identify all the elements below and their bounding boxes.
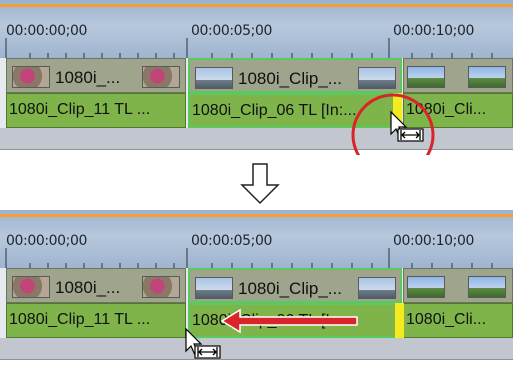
video-clip-label: 1080i_Clip_... (238, 279, 342, 298)
video-clip-next[interactable] (403, 58, 513, 93)
timecode-0: 00:00:00;00 (6, 23, 88, 39)
audio-clip-06[interactable]: 1080i_Clip_06 TL [In:... (188, 303, 402, 338)
video-clip-label: 1080i_... (55, 68, 121, 87)
clip-thumbnail (12, 66, 50, 88)
video-clip-label: 1080i_... (55, 278, 121, 297)
audio-clip-next[interactable]: 1080i_Cli... (403, 303, 513, 338)
clip-thumbnail (468, 66, 506, 88)
audio-clip-label: 1080i_Clip_11 TL ... (9, 101, 151, 118)
audio-clip-label: 1080i_Cli... (406, 311, 487, 328)
timecode-5: 00:00:05;00 (191, 23, 273, 39)
ruler-ticks (5, 248, 493, 268)
empty-track (0, 128, 513, 150)
video-clip-11[interactable]: 1080i_... (6, 58, 186, 93)
timeline-ruler[interactable]: 00:00:00;00 00:00:05;00 00:00:10;00 (0, 210, 513, 268)
video-clip-label: 1080i_Clip_... (238, 69, 342, 88)
clip-thumbnail (407, 276, 445, 298)
audio-clip-label: 1080i_Clip_06 TL [In:... (192, 312, 357, 329)
audio-clip-label: 1080i_Cli... (406, 101, 487, 118)
trim-marker (395, 303, 404, 338)
hollow-down-arrow-icon (240, 163, 280, 205)
video-track: 1080i_... 1080i_Clip_... (0, 268, 513, 303)
timeline-before: 00:00:00;00 00:00:05;00 00:00:10;00 1080… (0, 0, 513, 155)
audio-track: 1080i_Clip_11 TL ... 1080i_Clip_06 TL [I… (0, 303, 513, 338)
ruler-range-bar (0, 214, 513, 217)
clip-thumbnail (195, 277, 233, 299)
clip-thumbnail (468, 276, 506, 298)
audio-clip-11[interactable]: 1080i_Clip_11 TL ... (6, 303, 186, 338)
audio-clip-label: 1080i_Clip_06 TL [In:... (192, 102, 357, 119)
clip-thumbnail (407, 66, 445, 88)
audio-clip-06[interactable]: 1080i_Clip_06 TL [In:... (188, 93, 402, 128)
clip-thumbnail (12, 276, 50, 298)
ruler-ticks (5, 38, 493, 58)
timeline-after: 00:00:00;00 00:00:05;00 00:00:10;00 1080… (0, 210, 513, 365)
ruler-range-bar (0, 4, 513, 7)
clip-thumbnail (142, 276, 180, 298)
timeline-ruler[interactable]: 00:00:00;00 00:00:05;00 00:00:10;00 (0, 0, 513, 58)
video-track: 1080i_... 1080i_Clip_... (0, 58, 513, 93)
timecode-10: 00:00:10;00 (393, 233, 475, 249)
audio-track: 1080i_Clip_11 TL ... 1080i_Clip_06 TL [I… (0, 93, 513, 128)
audio-clip-next[interactable]: 1080i_Cli... (403, 93, 513, 128)
clip-thumbnail (195, 67, 233, 89)
timecode-10: 00:00:10;00 (393, 23, 475, 39)
video-clip-11[interactable]: 1080i_... (6, 268, 186, 303)
audio-clip-label: 1080i_Clip_11 TL ... (9, 311, 151, 328)
audio-clip-11[interactable]: 1080i_Clip_11 TL ... (6, 93, 186, 128)
video-clip-06[interactable]: 1080i_Clip_... (188, 58, 402, 93)
clip-thumbnail (358, 277, 396, 299)
clip-thumbnail (358, 67, 396, 89)
timecode-5: 00:00:05;00 (191, 233, 273, 249)
video-clip-next[interactable] (403, 268, 513, 303)
empty-track (0, 338, 513, 360)
video-clip-06[interactable]: 1080i_Clip_... (188, 268, 402, 303)
timecode-0: 00:00:00;00 (6, 233, 88, 249)
trim-marker (393, 93, 402, 128)
clip-thumbnail (142, 66, 180, 88)
